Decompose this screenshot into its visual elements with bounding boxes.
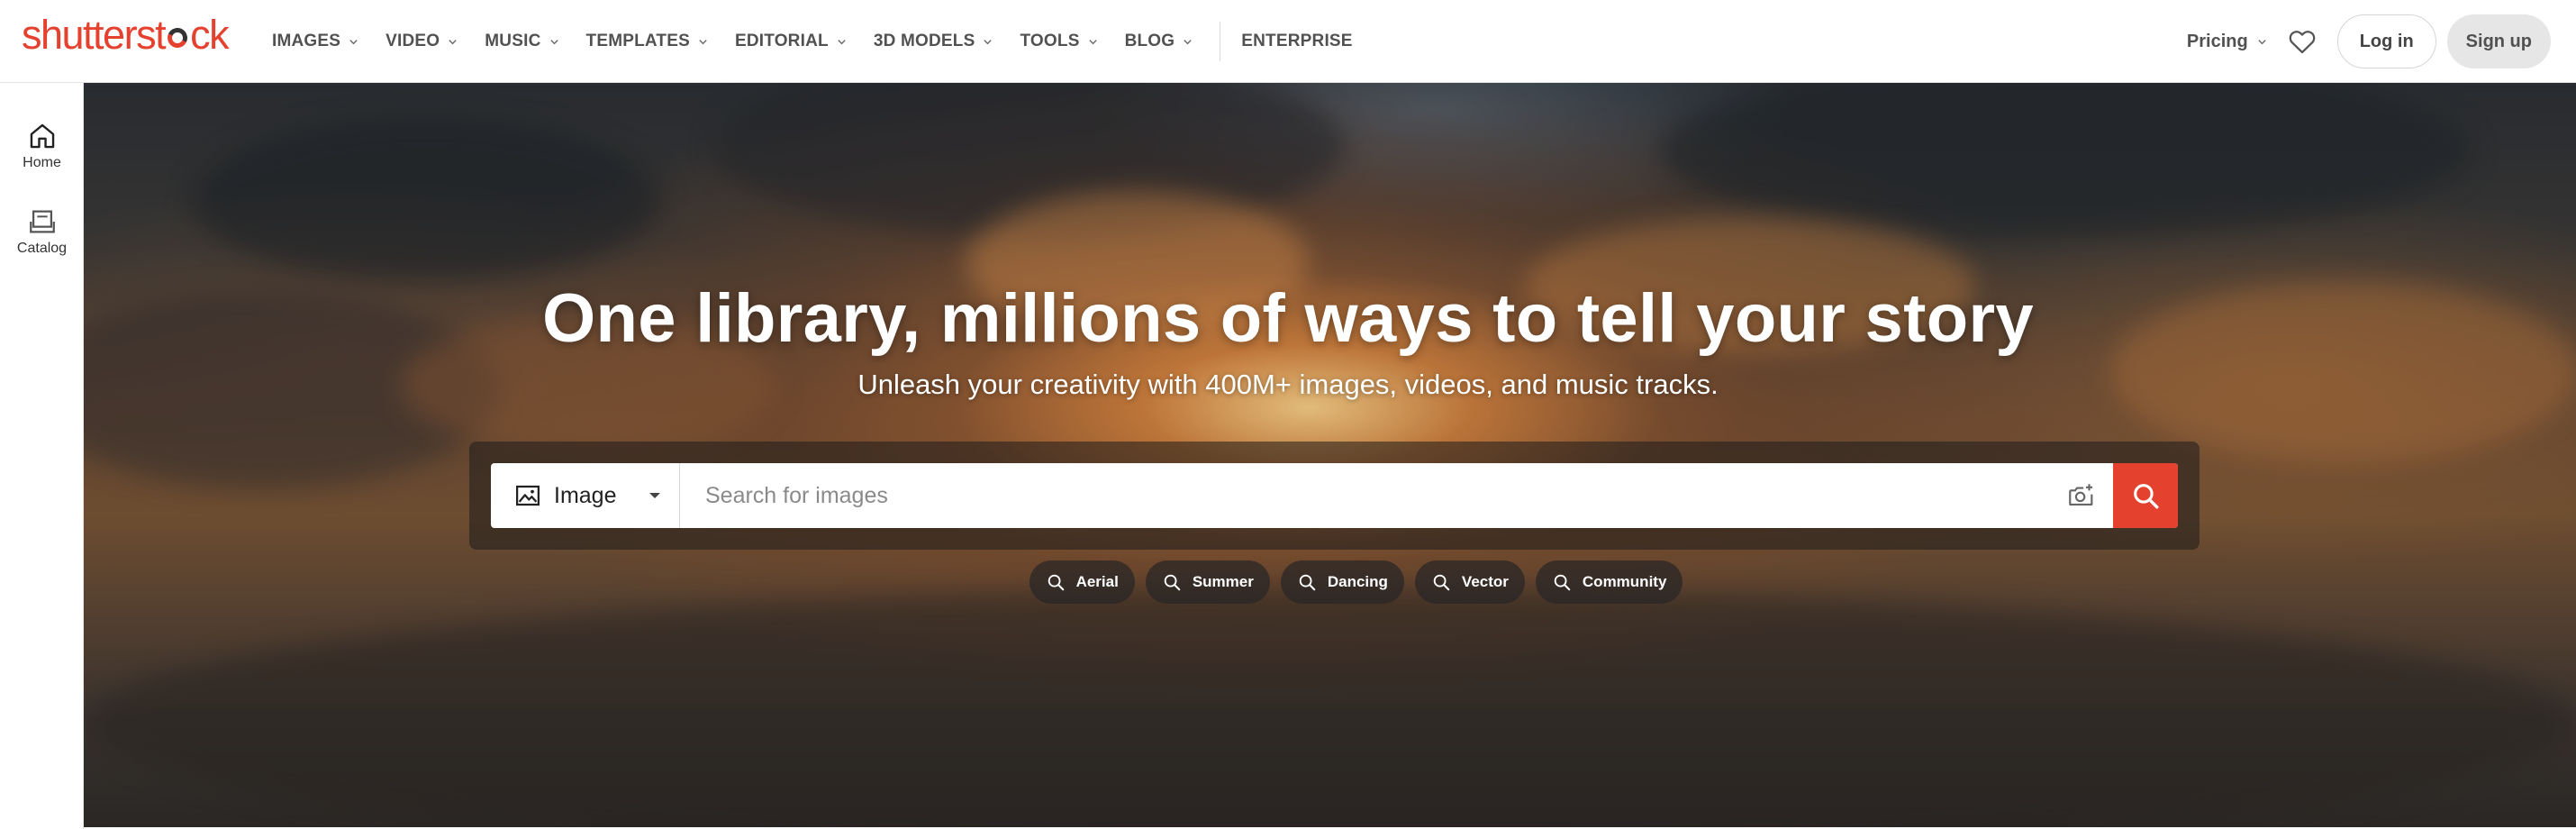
nav-item-video[interactable]: VIDEO (385, 0, 458, 83)
suggestion-chip-aerial[interactable]: Aerial (1029, 560, 1135, 604)
nav-item-tools[interactable]: TOOLS (1020, 0, 1097, 83)
logo-o-mark (166, 26, 189, 50)
chevron-down-icon (2258, 39, 2266, 44)
suggested-searches: Aerial Summer Dancing Vector Community (84, 560, 2576, 604)
nav-item-label: ENTERPRISE (1241, 32, 1353, 50)
nav-item-label: VIDEO (385, 32, 440, 50)
nav-item-label: BLOG (1124, 32, 1175, 50)
chevron-down-icon (984, 39, 993, 44)
search-bar: Image (491, 463, 2178, 528)
suggestion-chip-summer[interactable]: Summer (1145, 560, 1270, 604)
nav-item-label: TEMPLATES (585, 32, 690, 50)
chip-label: Community (1582, 573, 1667, 590)
heart-icon[interactable] (2287, 26, 2317, 57)
hero-banner: One library, millions of ways to tell yo… (84, 83, 2576, 827)
hero-subtitle: Unleash your creativity with 400M+ image… (857, 369, 1719, 400)
chip-label: Summer (1192, 573, 1254, 590)
nav-item-blog[interactable]: BLOG (1125, 0, 1193, 83)
suggestion-chip-dancing[interactable]: Dancing (1280, 560, 1404, 604)
media-type-label: Image (554, 482, 617, 508)
chevron-down-icon (1184, 39, 1192, 44)
pricing-menu[interactable]: Pricing (2187, 32, 2267, 52)
nav-item-label: TOOLS (1020, 32, 1080, 50)
chevron-down-icon (699, 39, 707, 44)
nav-item-label: EDITORIAL (734, 32, 829, 50)
search-button[interactable] (2113, 463, 2178, 528)
search-icon (2134, 484, 2159, 509)
sidebar-item-label: Home (23, 155, 61, 170)
logo-text-start: shutterst (22, 12, 167, 58)
chip-label: Aerial (1075, 573, 1119, 590)
image-icon (516, 485, 540, 506)
nav-item-label: MUSIC (485, 32, 541, 50)
chevron-down-icon (549, 39, 558, 44)
sidebar-item-catalog[interactable]: Catalog (0, 206, 84, 257)
chevron-down-icon (838, 39, 846, 44)
home-icon (30, 123, 54, 149)
chevron-down-icon (349, 39, 358, 44)
nav-item-music[interactable]: MUSIC (485, 0, 558, 83)
catalog-icon (29, 210, 55, 233)
nav-item-editorial[interactable]: EDITORIAL (735, 0, 847, 83)
chip-label: Dancing (1327, 573, 1388, 590)
logo-text-end: ck (190, 12, 230, 58)
suggestion-chip-community[interactable]: Community (1535, 560, 1683, 604)
nav-item-label: IMAGES (272, 32, 341, 50)
search-by-image-button[interactable] (2050, 463, 2113, 528)
top-navigation-bar: shutterst ck IMAGES VIDEO MUSIC TEMPLATES… (0, 0, 2576, 83)
sidebar-item-home[interactable]: Home (0, 121, 84, 171)
sidebar-item-label: Catalog (16, 241, 68, 256)
suggestion-chip-vector[interactable]: Vector (1414, 560, 1525, 604)
caret-down-icon (649, 493, 661, 498)
camera-plus-icon (2069, 484, 2093, 506)
nav-item-templates[interactable]: TEMPLATES (586, 0, 708, 83)
media-type-dropdown[interactable]: Image (491, 463, 680, 528)
pricing-label: Pricing (2186, 31, 2248, 51)
login-button[interactable]: Log in (2336, 14, 2436, 68)
nav-item-label: 3D MODELS (873, 32, 975, 50)
main-nav: IMAGES VIDEO MUSIC TEMPLATES EDITORIAL 3… (272, 0, 1353, 83)
hero-title: One library, millions of ways to tell yo… (542, 280, 2034, 357)
search-icon (1433, 574, 1450, 591)
search-input[interactable] (680, 463, 2050, 528)
nav-item-3d-models[interactable]: 3D MODELS (874, 0, 993, 83)
chip-label: Vector (1461, 573, 1509, 590)
search-icon (1164, 574, 1181, 591)
signup-button[interactable]: Sign up (2446, 14, 2551, 68)
search-panel: Image (469, 442, 2200, 550)
search-icon (1048, 574, 1064, 591)
chevron-down-icon (1088, 39, 1097, 44)
left-sidebar: Home Catalog (0, 83, 84, 829)
shutterstock-logo[interactable]: shutterst ck (22, 12, 230, 58)
nav-item-images[interactable]: IMAGES (272, 0, 358, 83)
chevron-down-icon (449, 39, 457, 44)
nav-item-enterprise[interactable]: ENTERPRISE (1241, 0, 1352, 83)
search-icon (1554, 574, 1571, 591)
search-icon (1299, 574, 1316, 591)
account-nav: Pricing Log in Sign up (2187, 0, 2551, 83)
